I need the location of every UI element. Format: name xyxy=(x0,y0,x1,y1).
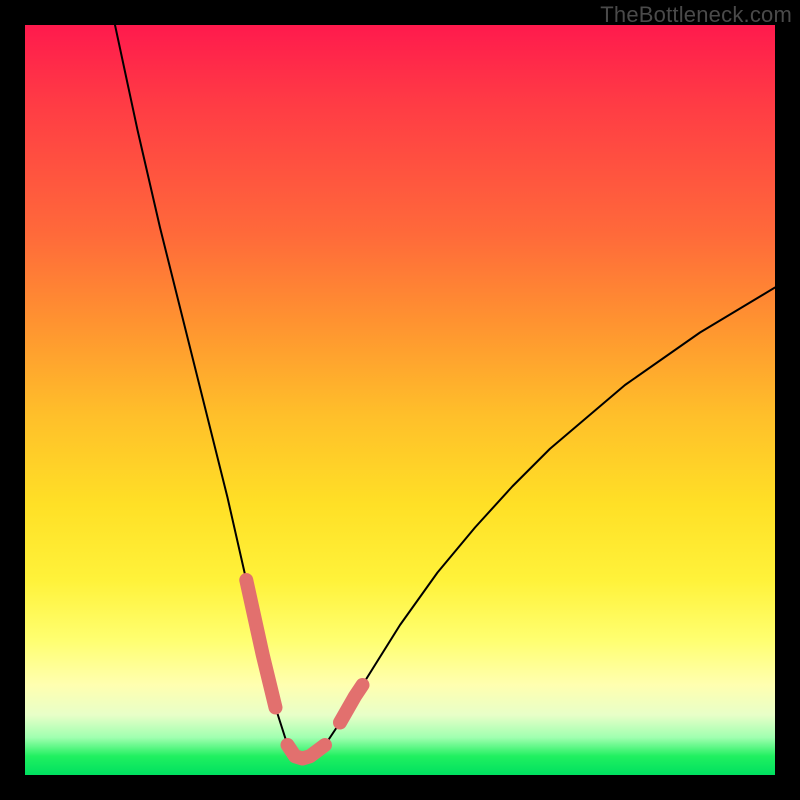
bottleneck-curve-path xyxy=(115,25,775,759)
highlight-bottom xyxy=(288,745,326,759)
chart-plot-area xyxy=(25,25,775,775)
chart-svg xyxy=(25,25,775,775)
chart-frame: TheBottleneck.com xyxy=(0,0,800,800)
highlight-left xyxy=(246,580,275,708)
highlight-right xyxy=(340,685,363,723)
watermark-text: TheBottleneck.com xyxy=(600,2,792,28)
